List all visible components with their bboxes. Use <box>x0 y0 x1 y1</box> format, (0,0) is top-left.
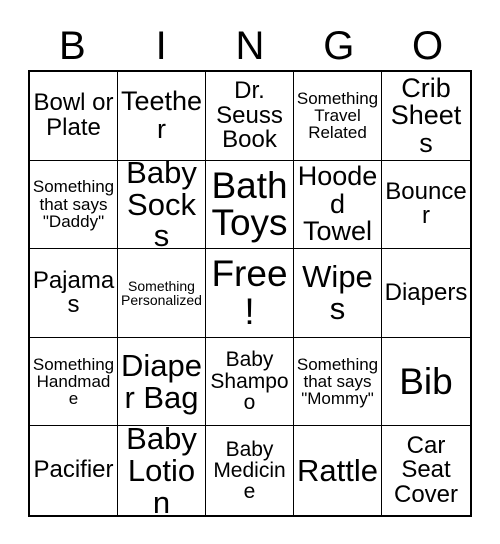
bingo-cell-label: Free! <box>211 253 288 332</box>
bingo-cell[interactable]: Free! <box>206 249 294 338</box>
bingo-cell-label: Car Seat Cover <box>393 431 459 508</box>
bingo-cell[interactable]: Something that says "Mommy" <box>294 337 382 427</box>
bingo-cell-label: Something Personalized <box>121 277 202 308</box>
bingo-cell[interactable]: Crib Sheets <box>382 72 470 161</box>
header-letter-o: O <box>412 24 444 68</box>
bingo-cell-label: Crib Sheets <box>390 72 462 158</box>
bingo-cell-label: Something Travel Related <box>296 88 379 143</box>
bingo-cell-label: Teether <box>120 86 203 144</box>
header-letter-i: I <box>155 24 167 68</box>
bingo-cell-label: Baby Socks <box>126 160 197 250</box>
bingo-cell-label: Diaper Bag <box>121 347 202 415</box>
bingo-cell-label: Rattle <box>297 452 378 488</box>
bingo-cell-label: Bath Toys <box>211 164 288 244</box>
bingo-cell-label: Something Handmade <box>32 354 115 409</box>
bingo-cell[interactable]: Bath Toys <box>206 160 294 250</box>
bingo-cell-label: Wipes <box>302 259 373 326</box>
header-letter-n: N <box>235 24 265 68</box>
bingo-cell-label: Bowl or Plate <box>33 89 114 141</box>
bingo-cell-label: Dr. Seuss Book <box>216 77 283 154</box>
bingo-cell[interactable]: Bouncer <box>382 160 470 250</box>
bingo-cell[interactable]: Dr. Seuss Book <box>206 72 294 161</box>
header-letter-g: G <box>323 24 355 68</box>
bingo-cell[interactable]: Diapers <box>382 249 470 338</box>
bingo-cell-label: Pacifier <box>33 456 114 484</box>
bingo-cell[interactable]: Something that says "Daddy" <box>30 160 118 250</box>
bingo-cell[interactable]: Pajamas <box>30 249 118 338</box>
bingo-cell[interactable]: Baby Lotion <box>118 426 206 515</box>
bingo-cell-label: Baby Medicine <box>213 437 286 504</box>
bingo-cell-label: Diapers <box>384 278 468 306</box>
bingo-cell-label: Something that says "Mommy" <box>296 354 379 409</box>
bingo-cell[interactable]: Bib <box>382 337 470 427</box>
header-letter-b: B <box>59 24 86 68</box>
bingo-cell[interactable]: Wipes <box>294 249 382 338</box>
bingo-cell[interactable]: Baby Shampoo <box>206 337 294 427</box>
bingo-cell[interactable]: Teether <box>118 72 206 161</box>
bingo-cell-label: Baby Lotion <box>126 426 197 515</box>
bingo-cell-label: Bouncer <box>385 177 467 230</box>
bingo-cell[interactable]: Rattle <box>294 426 382 515</box>
bingo-cell[interactable]: Baby Medicine <box>206 426 294 515</box>
bingo-cell[interactable]: Car Seat Cover <box>382 426 470 515</box>
bingo-cell[interactable]: Bowl or Plate <box>30 72 118 161</box>
bingo-cell-label: Something that says "Daddy" <box>32 177 115 232</box>
bingo-grid: Bowl or Plate Teether Dr. Seuss Book Someth… <box>28 70 472 517</box>
bingo-cell[interactable]: Baby Socks <box>118 160 206 250</box>
bingo-header: B I N G O <box>28 22 472 70</box>
bingo-cell[interactable]: Something Travel Related <box>294 72 382 161</box>
bingo-cell-label: Bib <box>399 360 453 402</box>
bingo-cell[interactable]: Hooded Towel <box>294 160 382 250</box>
bingo-cell[interactable]: Pacifier <box>30 426 118 515</box>
bingo-card: B I N G O Bowl or Plate Teether Dr. Seuss … <box>0 0 500 544</box>
bingo-cell-label: Baby Shampoo <box>210 348 289 415</box>
bingo-cell[interactable]: Something Personalized <box>118 249 206 338</box>
bingo-cell-label: Pajamas <box>32 266 115 318</box>
bingo-cell-label: Hooded Towel <box>297 161 378 247</box>
bingo-cell[interactable]: Diaper Bag <box>118 337 206 427</box>
bingo-cell[interactable]: Something Handmade <box>30 337 118 427</box>
